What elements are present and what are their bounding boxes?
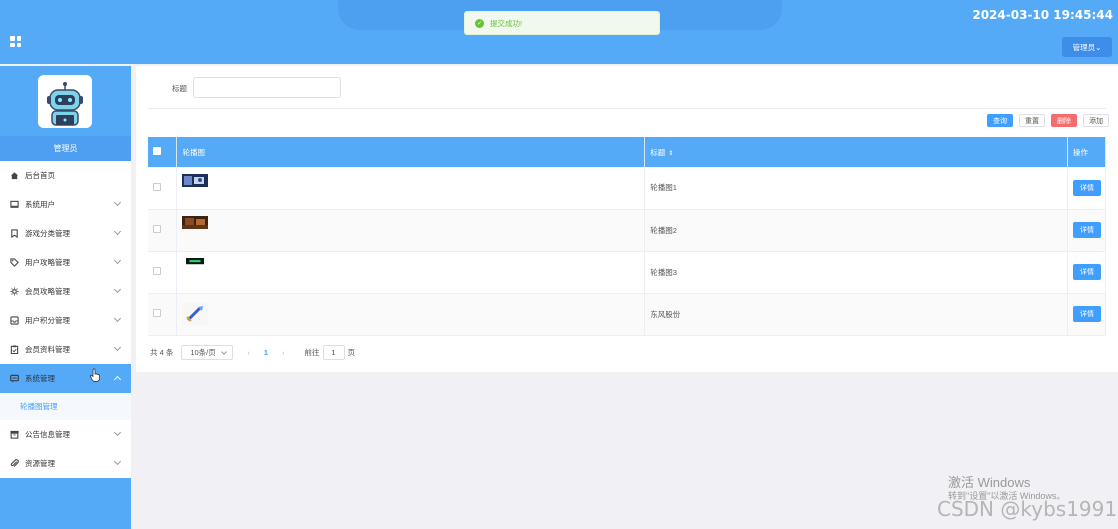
sidebar: 管理员 后台首页 系统用户 游戏分类管理 用户攻略管理 会员攻略管理 用户积分管… [0, 66, 131, 529]
detail-button[interactable]: 详情 [1072, 179, 1101, 196]
sidebar-item-user-points[interactable]: 用户积分管理 [0, 306, 131, 335]
search-title-label: 标题 [172, 84, 187, 93]
row-title: 轮播图3 [644, 251, 1068, 294]
toolbar: 查询 重置 删除 添加 [987, 114, 1109, 127]
bookmark-icon [11, 229, 18, 238]
column-header-title[interactable]: 标题 ⇕ [644, 137, 1068, 167]
table-row: 东风股份 详情 [148, 293, 1107, 336]
datetime-display: 2024-03-10 19:45:44 [972, 8, 1113, 22]
main-content: 标题 查询 重置 删除 添加 轮播图 标题 ⇕ 操作 轮播图1 详情 轮播图2 … [136, 66, 1118, 372]
chevron-down-icon [113, 256, 122, 265]
pagination: 共 4 条 10条/页 ‹ 1 › 前往 1 页 [150, 345, 355, 360]
chevron-down-icon [113, 227, 122, 236]
carousel-table: 轮播图 标题 ⇕ 操作 轮播图1 详情 轮播图2 详情 轮播图3 详情 东风股份… [148, 137, 1107, 336]
goto-label: 前往 [304, 348, 320, 357]
check-circle-icon: ✓ [475, 18, 484, 28]
tag-icon [10, 258, 19, 267]
paperclip-icon [10, 459, 19, 467]
sidebar-item-home[interactable]: 后台首页 [0, 161, 131, 190]
sidebar-item-label: 公告信息管理 [25, 430, 70, 439]
sidebar-item-label: 游戏分类管理 [25, 229, 70, 238]
sidebar-item-label: 系统管理 [25, 374, 55, 383]
sword-thumbnail[interactable] [182, 303, 209, 325]
row-checkbox[interactable] [153, 267, 161, 275]
sidebar-item-label: 资源管理 [25, 459, 55, 468]
sun-icon [10, 287, 19, 296]
goto-suffix: 页 [347, 348, 356, 357]
sidebar-item-notice[interactable]: 公告信息管理 [0, 420, 131, 449]
chevron-down-icon [113, 343, 122, 352]
hand-cursor-icon [90, 368, 100, 382]
sidebar-item-game-category[interactable]: 游戏分类管理 [0, 219, 131, 248]
inbox-icon [10, 316, 19, 325]
select-all-checkbox[interactable] [153, 147, 161, 155]
table-row: 轮播图2 详情 [148, 209, 1107, 252]
csdn-watermark: CSDN @kybs1991 [937, 497, 1118, 521]
select-all-cell [148, 137, 178, 167]
avatar [38, 75, 92, 128]
search-title-input[interactable] [193, 77, 341, 98]
prev-page-icon[interactable]: ‹ [247, 348, 250, 357]
row-title: 轮播图2 [644, 209, 1068, 252]
monitor-icon [10, 200, 19, 208]
sidebar-item-label: 后台首页 [25, 171, 55, 180]
sidebar-item-member-guides[interactable]: 会员攻略管理 [0, 277, 131, 306]
home-icon [10, 172, 19, 180]
add-button[interactable]: 添加 [1083, 114, 1109, 127]
divider [148, 108, 1106, 109]
chevron-down-icon [113, 428, 122, 437]
sort-icon[interactable]: ⇕ [668, 151, 673, 157]
goto-page-input[interactable]: 1 [322, 345, 345, 360]
table-row: 轮播图3 详情 [148, 251, 1107, 294]
sidebar-item-member-profile[interactable]: 会员资料管理 [0, 335, 131, 364]
reset-button[interactable]: 重置 [1019, 114, 1045, 127]
total-count: 共 4 条 [150, 348, 174, 357]
carousel-thumbnail[interactable] [182, 258, 208, 267]
message-icon [10, 374, 19, 383]
toast-message: 提交成功! [490, 18, 523, 28]
detail-button[interactable]: 详情 [1072, 264, 1101, 280]
chevron-down-icon [113, 457, 122, 466]
carousel-thumbnail[interactable] [182, 173, 209, 187]
sidebar-item-label: 会员攻略管理 [25, 287, 70, 296]
row-title: 东风股份 [644, 293, 1068, 336]
sidebar-role-label: 管理员 [0, 136, 131, 161]
sidebar-item-system-management[interactable]: 系统管理 [0, 364, 131, 393]
row-checkbox[interactable] [153, 182, 161, 191]
row-title: 轮播图1 [644, 167, 1068, 210]
chevron-down-icon [113, 314, 122, 323]
column-header-title-label: 标题 [650, 147, 666, 157]
sidebar-item-label: 用户攻略管理 [25, 258, 70, 267]
page-number[interactable]: 1 [264, 348, 268, 357]
success-toast: ✓ 提交成功! [464, 11, 660, 35]
sidebar-item-system-users[interactable]: 系统用户 [0, 190, 131, 219]
admin-dropdown-button[interactable]: 管理员⌄ [1062, 37, 1112, 57]
chevron-down-icon [113, 285, 122, 294]
sidebar-item-label: 系统用户 [25, 200, 55, 209]
clipboard-icon [10, 345, 19, 354]
sidebar-item-label: 用户积分管理 [25, 316, 70, 325]
delete-button[interactable]: 删除 [1051, 114, 1077, 127]
column-header-image: 轮播图 [176, 137, 646, 167]
detail-button[interactable]: 详情 [1072, 306, 1101, 322]
sidebar-item-user-guides[interactable]: 用户攻略管理 [0, 248, 131, 277]
query-button[interactable]: 查询 [987, 114, 1013, 127]
sidebar-subitem-carousel[interactable]: 轮播图管理 [0, 393, 131, 420]
sidebar-item-resources[interactable]: 资源管理 [0, 449, 131, 478]
chevron-down-icon [113, 198, 122, 207]
next-page-icon[interactable]: › [282, 348, 285, 357]
archive-icon [10, 430, 19, 439]
sidebar-item-label: 会员资料管理 [25, 345, 70, 354]
row-checkbox[interactable] [153, 309, 161, 317]
row-checkbox[interactable] [153, 225, 161, 233]
page-size-select[interactable]: 10条/页 [181, 345, 234, 360]
table-header-row: 轮播图 标题 ⇕ 操作 [148, 137, 1107, 167]
table-row: 轮播图1 详情 [148, 167, 1107, 210]
column-header-actions: 操作 [1067, 137, 1107, 167]
detail-button[interactable]: 详情 [1072, 222, 1101, 238]
sidebar-menu: 后台首页 系统用户 游戏分类管理 用户攻略管理 会员攻略管理 用户积分管理 会员… [0, 161, 131, 478]
chevron-up-icon [113, 375, 122, 384]
carousel-thumbnail[interactable] [182, 216, 209, 229]
grid-menu-icon[interactable] [10, 36, 21, 47]
